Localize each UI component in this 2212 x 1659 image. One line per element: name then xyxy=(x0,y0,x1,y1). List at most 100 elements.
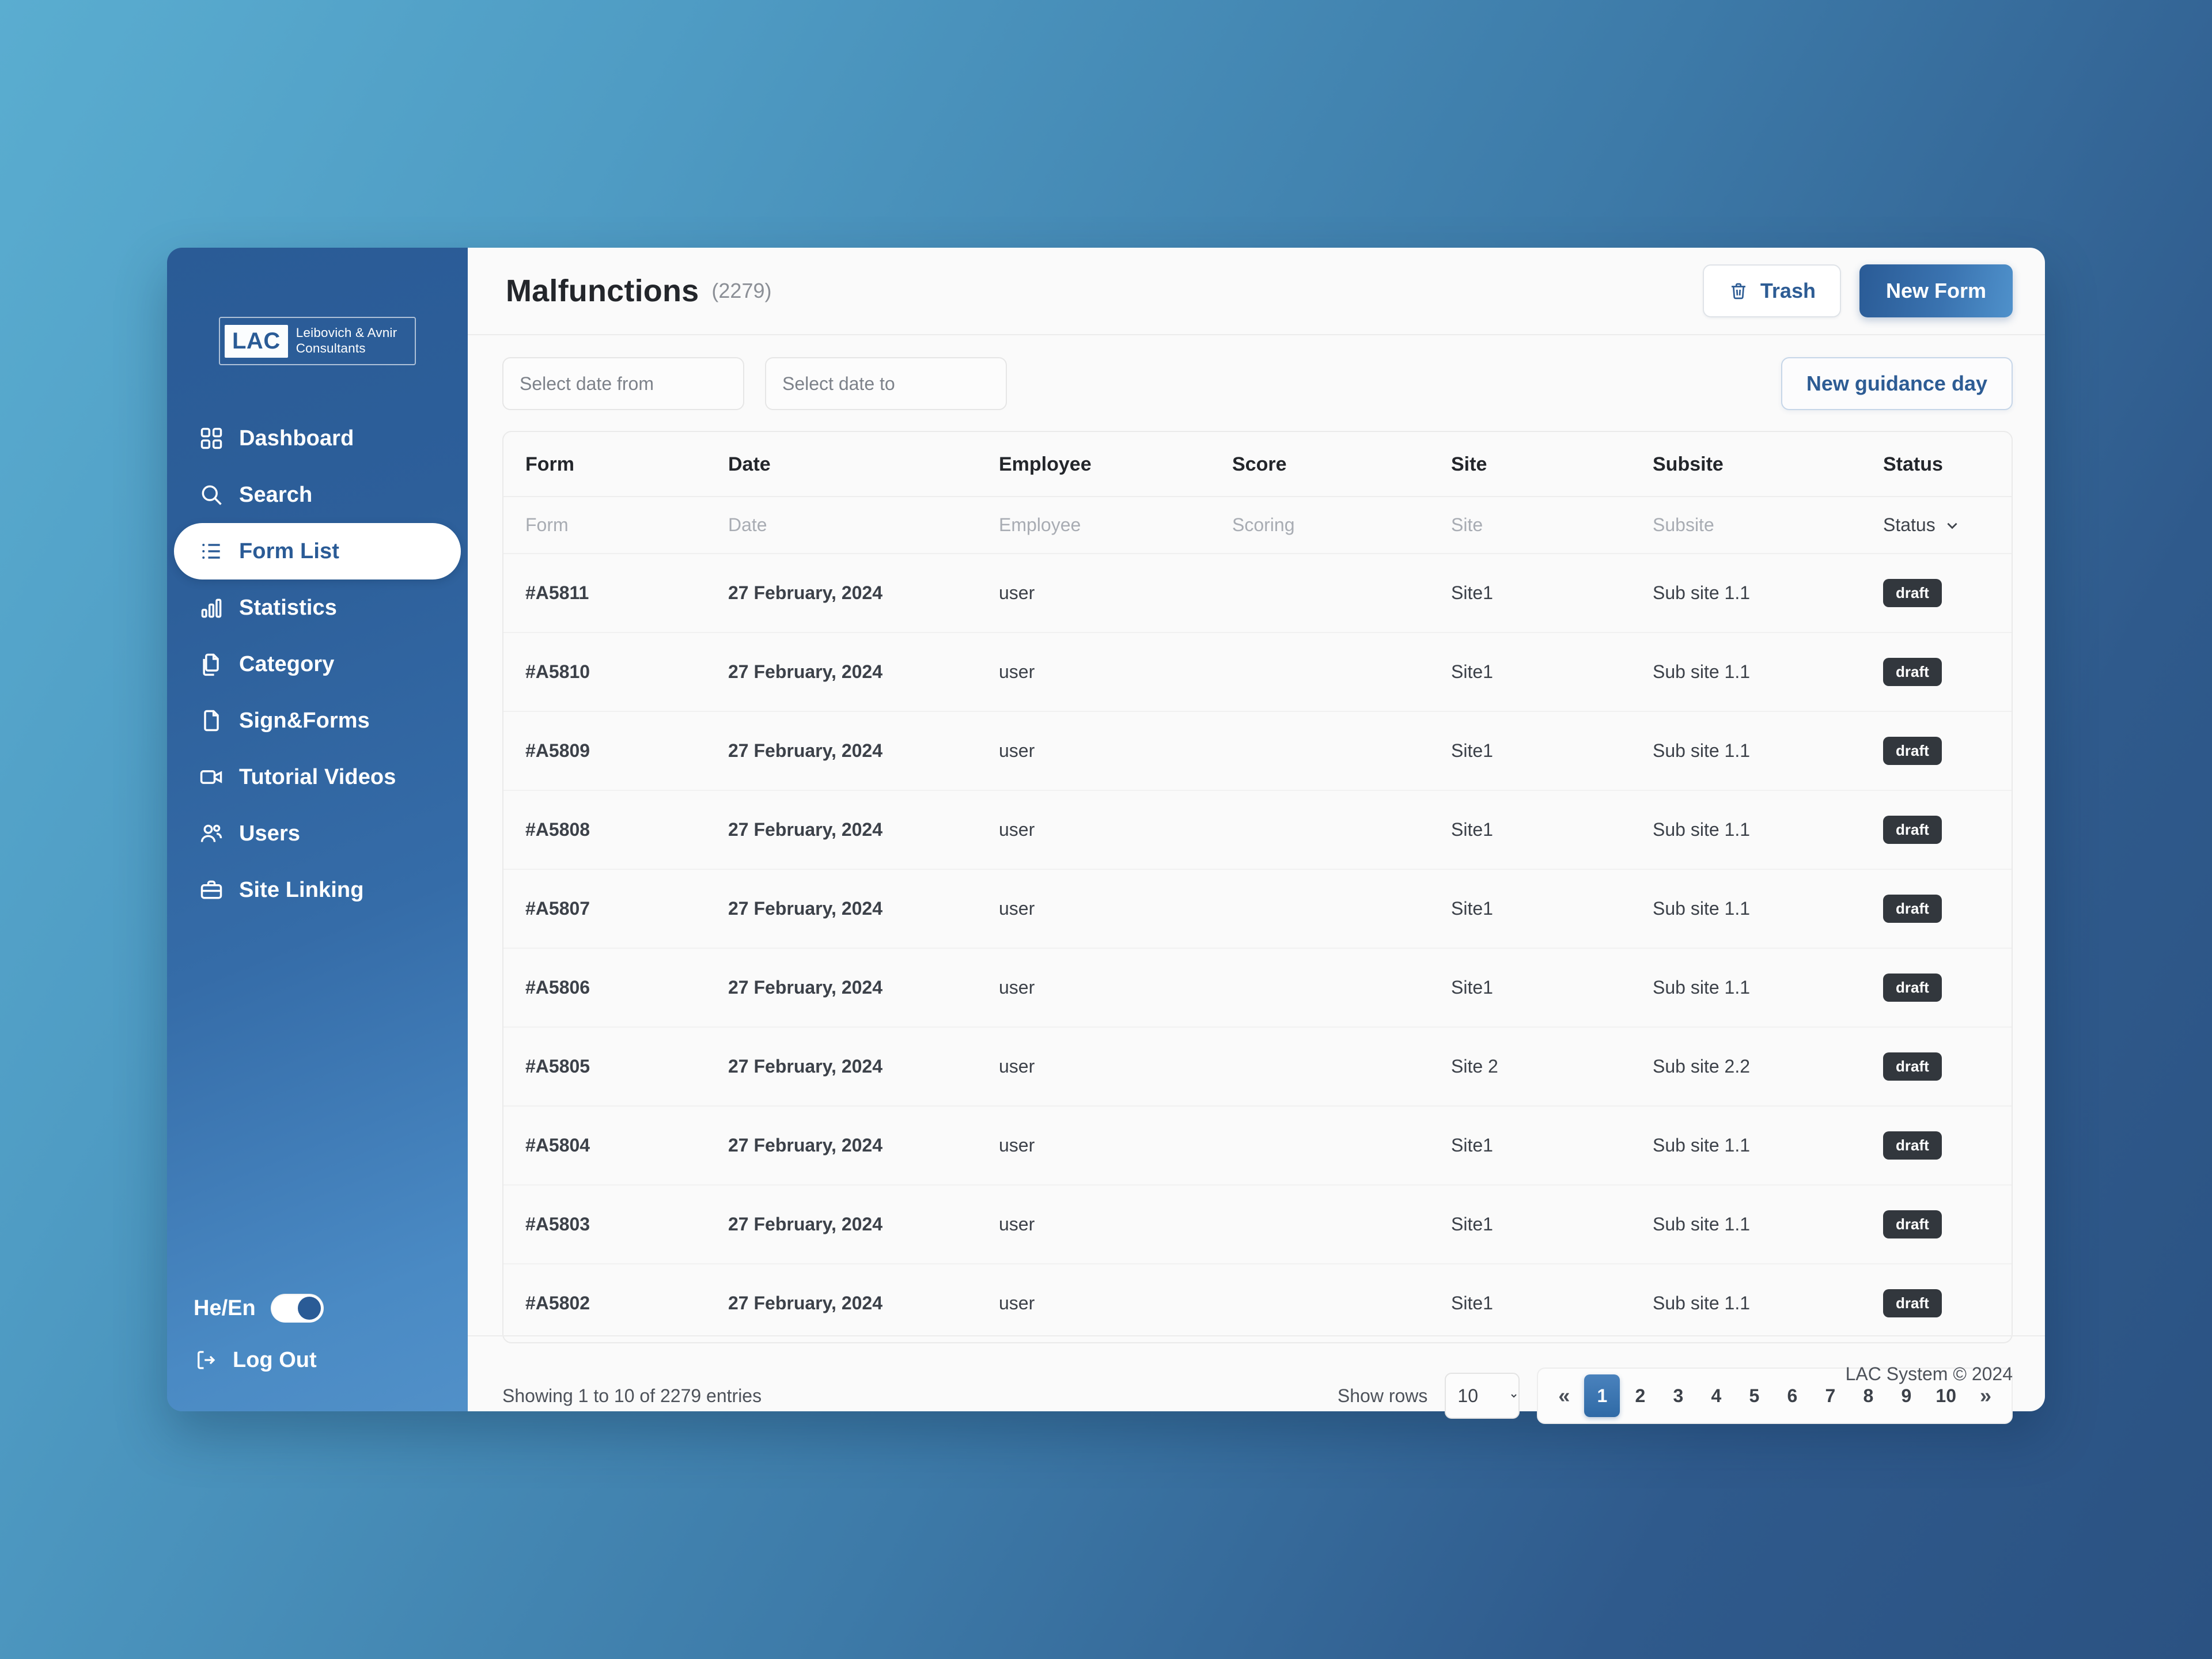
table-row[interactable]: #A5811 27 February, 2024 user Site1 Sub site… xyxy=(503,554,2012,633)
row-form-link[interactable]: #A5804 xyxy=(503,1106,728,1185)
language-toggle[interactable] xyxy=(270,1294,324,1323)
row-form-link[interactable]: #A5809 xyxy=(503,711,728,791)
column-header-date[interactable]: Date xyxy=(728,432,999,497)
grid-icon xyxy=(199,426,224,451)
table-row[interactable]: #A5805 27 February, 2024 user Site 2 Sub sit… xyxy=(503,1027,2012,1107)
row-subsite: Sub site 1.1 xyxy=(1653,948,1883,1028)
row-date[interactable]: 27 February, 2024 xyxy=(728,1027,999,1107)
row-employee: user xyxy=(999,554,1232,633)
filter-score[interactable]: Scoring xyxy=(1232,497,1451,554)
row-form-link[interactable]: #A5803 xyxy=(503,1185,728,1264)
filter-form[interactable]: Form xyxy=(503,497,728,554)
sidebar-bottom: He/En Log Out xyxy=(167,1282,468,1386)
trash-button-label: Trash xyxy=(1760,279,1816,302)
row-employee: user xyxy=(999,632,1232,712)
chevron-down-icon xyxy=(1945,518,1960,533)
table-row[interactable]: #A5809 27 February, 2024 user Site1 Sub site… xyxy=(503,711,2012,791)
page-record-count: (2279) xyxy=(711,279,772,302)
row-site: Site1 xyxy=(1451,711,1653,791)
trash-button[interactable]: Trash xyxy=(1702,264,1841,317)
sidebar-item-search[interactable]: Search xyxy=(174,467,461,523)
row-employee: user xyxy=(999,1106,1232,1185)
footer-copyright: LAC System © 2024 xyxy=(1845,1363,2013,1384)
sidebar-item-form-list[interactable]: Form List xyxy=(174,523,461,579)
video-icon xyxy=(199,764,224,790)
row-score xyxy=(1232,869,1451,949)
filter-subsite[interactable]: Subsite xyxy=(1653,497,1883,554)
column-header-score[interactable]: Score xyxy=(1232,432,1451,497)
row-date[interactable]: 27 February, 2024 xyxy=(728,711,999,791)
row-form-link[interactable]: #A5802 xyxy=(503,1264,728,1342)
table-row[interactable]: #A5810 27 February, 2024 user Site1 Sub site… xyxy=(503,632,2012,712)
users-icon xyxy=(199,821,224,846)
sidebar-item-users[interactable]: Users xyxy=(174,805,461,862)
table-row[interactable]: #A5803 27 February, 2024 user Site1 Sub site… xyxy=(503,1185,2012,1264)
row-date[interactable]: 27 February, 2024 xyxy=(728,1264,999,1342)
column-header-site[interactable]: Site xyxy=(1451,432,1653,497)
column-header-employee[interactable]: Employee xyxy=(999,432,1232,497)
page-title: Malfunctions xyxy=(506,274,699,308)
sidebar-item-dashboard[interactable]: Dashboard xyxy=(174,410,461,467)
row-date[interactable]: 27 February, 2024 xyxy=(728,554,999,633)
row-site: Site1 xyxy=(1451,1293,1493,1313)
row-form-link[interactable]: #A5807 xyxy=(503,869,728,949)
sidebar-item-tutorial-videos[interactable]: Tutorial Videos xyxy=(174,749,461,805)
status-badge: draft xyxy=(1883,816,1942,844)
row-status-cell: draft xyxy=(1883,1027,2012,1107)
row-date[interactable]: 27 February, 2024 xyxy=(728,948,999,1028)
row-form-link[interactable]: #A5808 xyxy=(503,790,728,870)
logout-button[interactable]: Log Out xyxy=(167,1334,468,1386)
row-date[interactable]: 27 February, 2024 xyxy=(728,869,999,949)
sidebar-item-sign-and-forms[interactable]: Sign&Forms xyxy=(174,692,461,749)
row-site: Site1 xyxy=(1451,790,1653,870)
table-row[interactable]: #A5807 27 February, 2024 user Site1 Sub site… xyxy=(503,869,2012,949)
row-status-cell: draft xyxy=(1883,869,2012,949)
filter-bar: New guidance day xyxy=(502,357,2013,410)
sidebar-item-label: Dashboard xyxy=(239,426,354,450)
status-badge: draft xyxy=(1883,1289,1942,1317)
date-from-input[interactable] xyxy=(502,357,744,410)
row-form-link[interactable]: #A5810 xyxy=(503,632,728,712)
row-subsite: Sub site 1.1 xyxy=(1653,554,1883,633)
row-form-link[interactable]: #A5805 xyxy=(503,1027,728,1107)
sidebar-item-category[interactable]: Category xyxy=(174,636,461,692)
filter-employee[interactable]: Employee xyxy=(999,497,1232,554)
status-badge: draft xyxy=(1883,737,1942,765)
header-actions: Trash New Form xyxy=(1702,264,2013,317)
table-body: Form Date Employee Scoring Site Subsite … xyxy=(503,497,2012,1342)
row-date[interactable]: 27 February, 2024 xyxy=(728,632,999,712)
table-row[interactable]: #A5808 27 February, 2024 user Site1 Sub site… xyxy=(503,790,2012,870)
table-row[interactable]: #A5806 27 February, 2024 user Site1 Sub site… xyxy=(503,948,2012,1028)
row-subsite: Sub site 1.1 xyxy=(1653,632,1883,712)
new-guidance-day-button[interactable]: New guidance day xyxy=(1781,357,2013,410)
row-date[interactable]: 27 February, 2024 xyxy=(728,1106,999,1185)
filter-date[interactable]: Date xyxy=(728,497,999,554)
column-filter-row: Form Date Employee Scoring Site Subsite … xyxy=(503,497,2012,554)
row-site: Site1 xyxy=(1451,869,1653,949)
table-row[interactable]: #A5802 27 February, 2024 user Site1 Sub site… xyxy=(503,1264,2012,1342)
date-to-input[interactable] xyxy=(765,357,1007,410)
table-row[interactable]: #A5804 27 February, 2024 user Site1 Sub site… xyxy=(503,1106,2012,1185)
row-form-link[interactable]: #A5811 xyxy=(503,554,728,633)
sidebar: LAC Leibovich & Avnir Consultants Dashbo… xyxy=(167,248,468,1411)
row-subsite: Sub site 1.1 xyxy=(1653,869,1883,949)
forms-table-card: Form Date Employee Score Site Subsite St… xyxy=(502,431,2013,1343)
filter-site[interactable]: Site xyxy=(1451,497,1653,554)
row-subsite: Sub site 1.1 xyxy=(1653,790,1883,870)
row-subsite: Sub site 1.1 xyxy=(1653,1106,1883,1185)
sidebar-item-site-linking[interactable]: Site Linking xyxy=(174,862,461,918)
column-header-subsite[interactable]: Subsite xyxy=(1653,432,1883,497)
row-form-link[interactable]: #A5806 xyxy=(503,948,728,1028)
page-header: Malfunctions (2279) Trash New Form xyxy=(468,248,2045,335)
column-header-status[interactable]: Status xyxy=(1883,432,2012,497)
column-header-form[interactable]: Form xyxy=(503,432,728,497)
file-icon xyxy=(199,708,224,733)
new-form-button[interactable]: New Form xyxy=(1859,264,2013,317)
row-date[interactable]: 27 February, 2024 xyxy=(728,1185,999,1264)
sidebar-item-statistics[interactable]: Statistics xyxy=(174,579,461,636)
app-window: LAC Leibovich & Avnir Consultants Dashbo… xyxy=(167,248,2045,1424)
row-score xyxy=(1232,1106,1451,1185)
sidebar-item-label: Statistics xyxy=(239,595,337,620)
row-date[interactable]: 27 February, 2024 xyxy=(728,790,999,870)
filter-status-dropdown[interactable]: Status xyxy=(1883,514,1960,536)
